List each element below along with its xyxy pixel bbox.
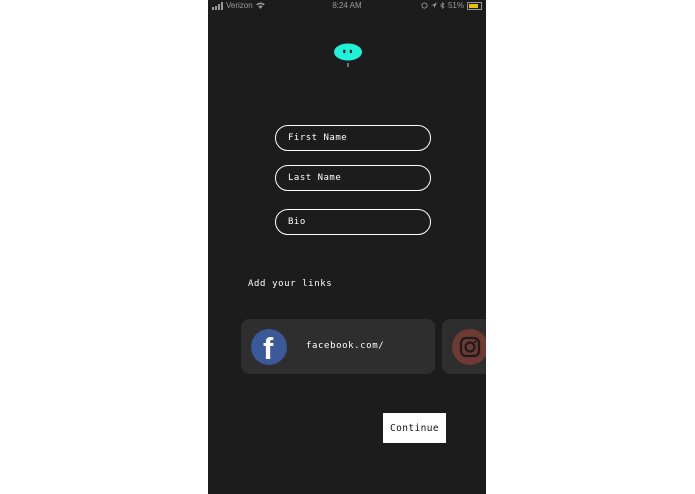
- lock-rotation-icon: [421, 2, 428, 9]
- facebook-link-card[interactable]: f facebook.com/: [241, 319, 435, 374]
- bio-input[interactable]: [275, 209, 431, 235]
- continue-button[interactable]: Continue: [383, 413, 446, 443]
- last-name-input[interactable]: [275, 165, 431, 191]
- battery-icon: [467, 1, 482, 10]
- links-heading: Add your links: [248, 279, 333, 289]
- app-logo-icon: [334, 43, 362, 67]
- facebook-url-prefix[interactable]: facebook.com/: [306, 341, 384, 351]
- status-right: 51%: [421, 1, 482, 10]
- instagram-link-card[interactable]: [442, 319, 486, 374]
- phone-screen: Verizon 8:24 AM 51% Add your link: [208, 0, 486, 494]
- battery-percent: 51%: [447, 1, 464, 10]
- first-name-input[interactable]: [275, 125, 431, 151]
- bluetooth-icon: [440, 2, 445, 9]
- location-icon: [430, 2, 437, 9]
- facebook-icon: f: [251, 329, 287, 366]
- instagram-icon: [452, 329, 486, 365]
- status-bar: Verizon 8:24 AM 51%: [208, 0, 486, 12]
